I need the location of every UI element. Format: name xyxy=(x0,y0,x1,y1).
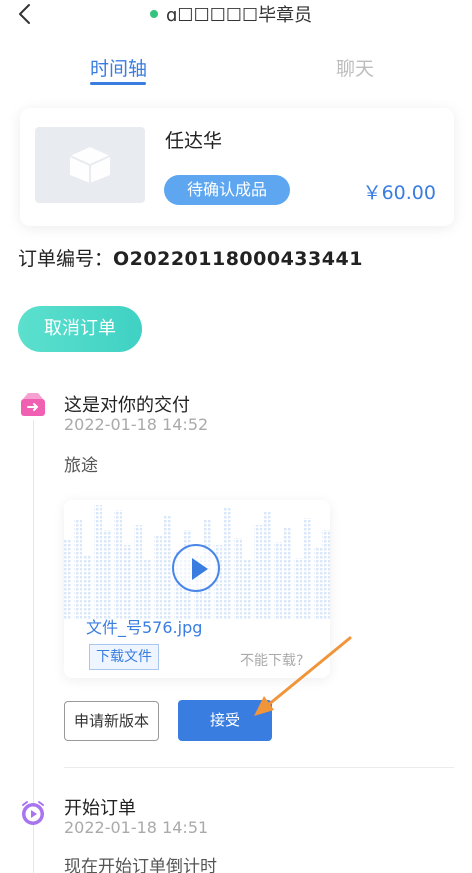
status-badge: 待确认成品 xyxy=(164,175,290,205)
alarm-clock-icon xyxy=(22,801,44,825)
box-icon xyxy=(69,147,111,183)
play-icon[interactable] xyxy=(172,544,220,592)
tab-timeline[interactable]: 时间轴 xyxy=(90,54,147,81)
product-name: 任达华 xyxy=(165,130,223,152)
online-status-dot xyxy=(150,10,158,18)
timeline-item-time: 2022-01-18 14:51 xyxy=(64,818,209,837)
annotation-arrow-icon xyxy=(254,636,352,716)
tab-chat[interactable]: 聊天 xyxy=(336,54,374,81)
request-new-version-button[interactable]: 申请新版本 xyxy=(64,701,159,741)
download-file-button[interactable]: 下载文件 xyxy=(89,644,159,670)
timeline-item-title: 这是对你的交付 xyxy=(64,395,190,416)
order-number: 订单编号：O20220118000433441 xyxy=(18,244,363,271)
product-price: ￥60.00 xyxy=(362,182,436,204)
timeline-item-time: 2022-01-18 14:52 xyxy=(64,415,209,434)
order-number-value: O20220118000433441 xyxy=(113,248,363,270)
product-card[interactable]: 任达华 待确认成品 ￥60.00 xyxy=(20,108,454,226)
timeline-item-desc: 旅途 xyxy=(64,456,98,476)
order-number-label: 订单编号： xyxy=(18,248,114,270)
product-thumbnail xyxy=(35,127,145,203)
timeline-divider xyxy=(64,767,454,768)
top-bar: ɑ☐☐☐☐☐毕章员 xyxy=(0,0,472,32)
page-title: ɑ☐☐☐☐☐毕章员 xyxy=(166,5,313,26)
timeline-item-title: 开始订单 xyxy=(64,798,136,819)
chat-title: ɑ☐☐☐☐☐毕章员 xyxy=(150,0,312,28)
active-tab-indicator xyxy=(90,82,146,85)
delivery-box-icon xyxy=(21,393,45,416)
file-name[interactable]: 文件_号576.jpg xyxy=(86,614,202,638)
chevron-left-icon[interactable] xyxy=(14,2,38,26)
timeline-item-desc: 现在开始订单倒计时 xyxy=(64,857,217,873)
cancel-order-button[interactable]: 取消订单 xyxy=(18,306,142,352)
